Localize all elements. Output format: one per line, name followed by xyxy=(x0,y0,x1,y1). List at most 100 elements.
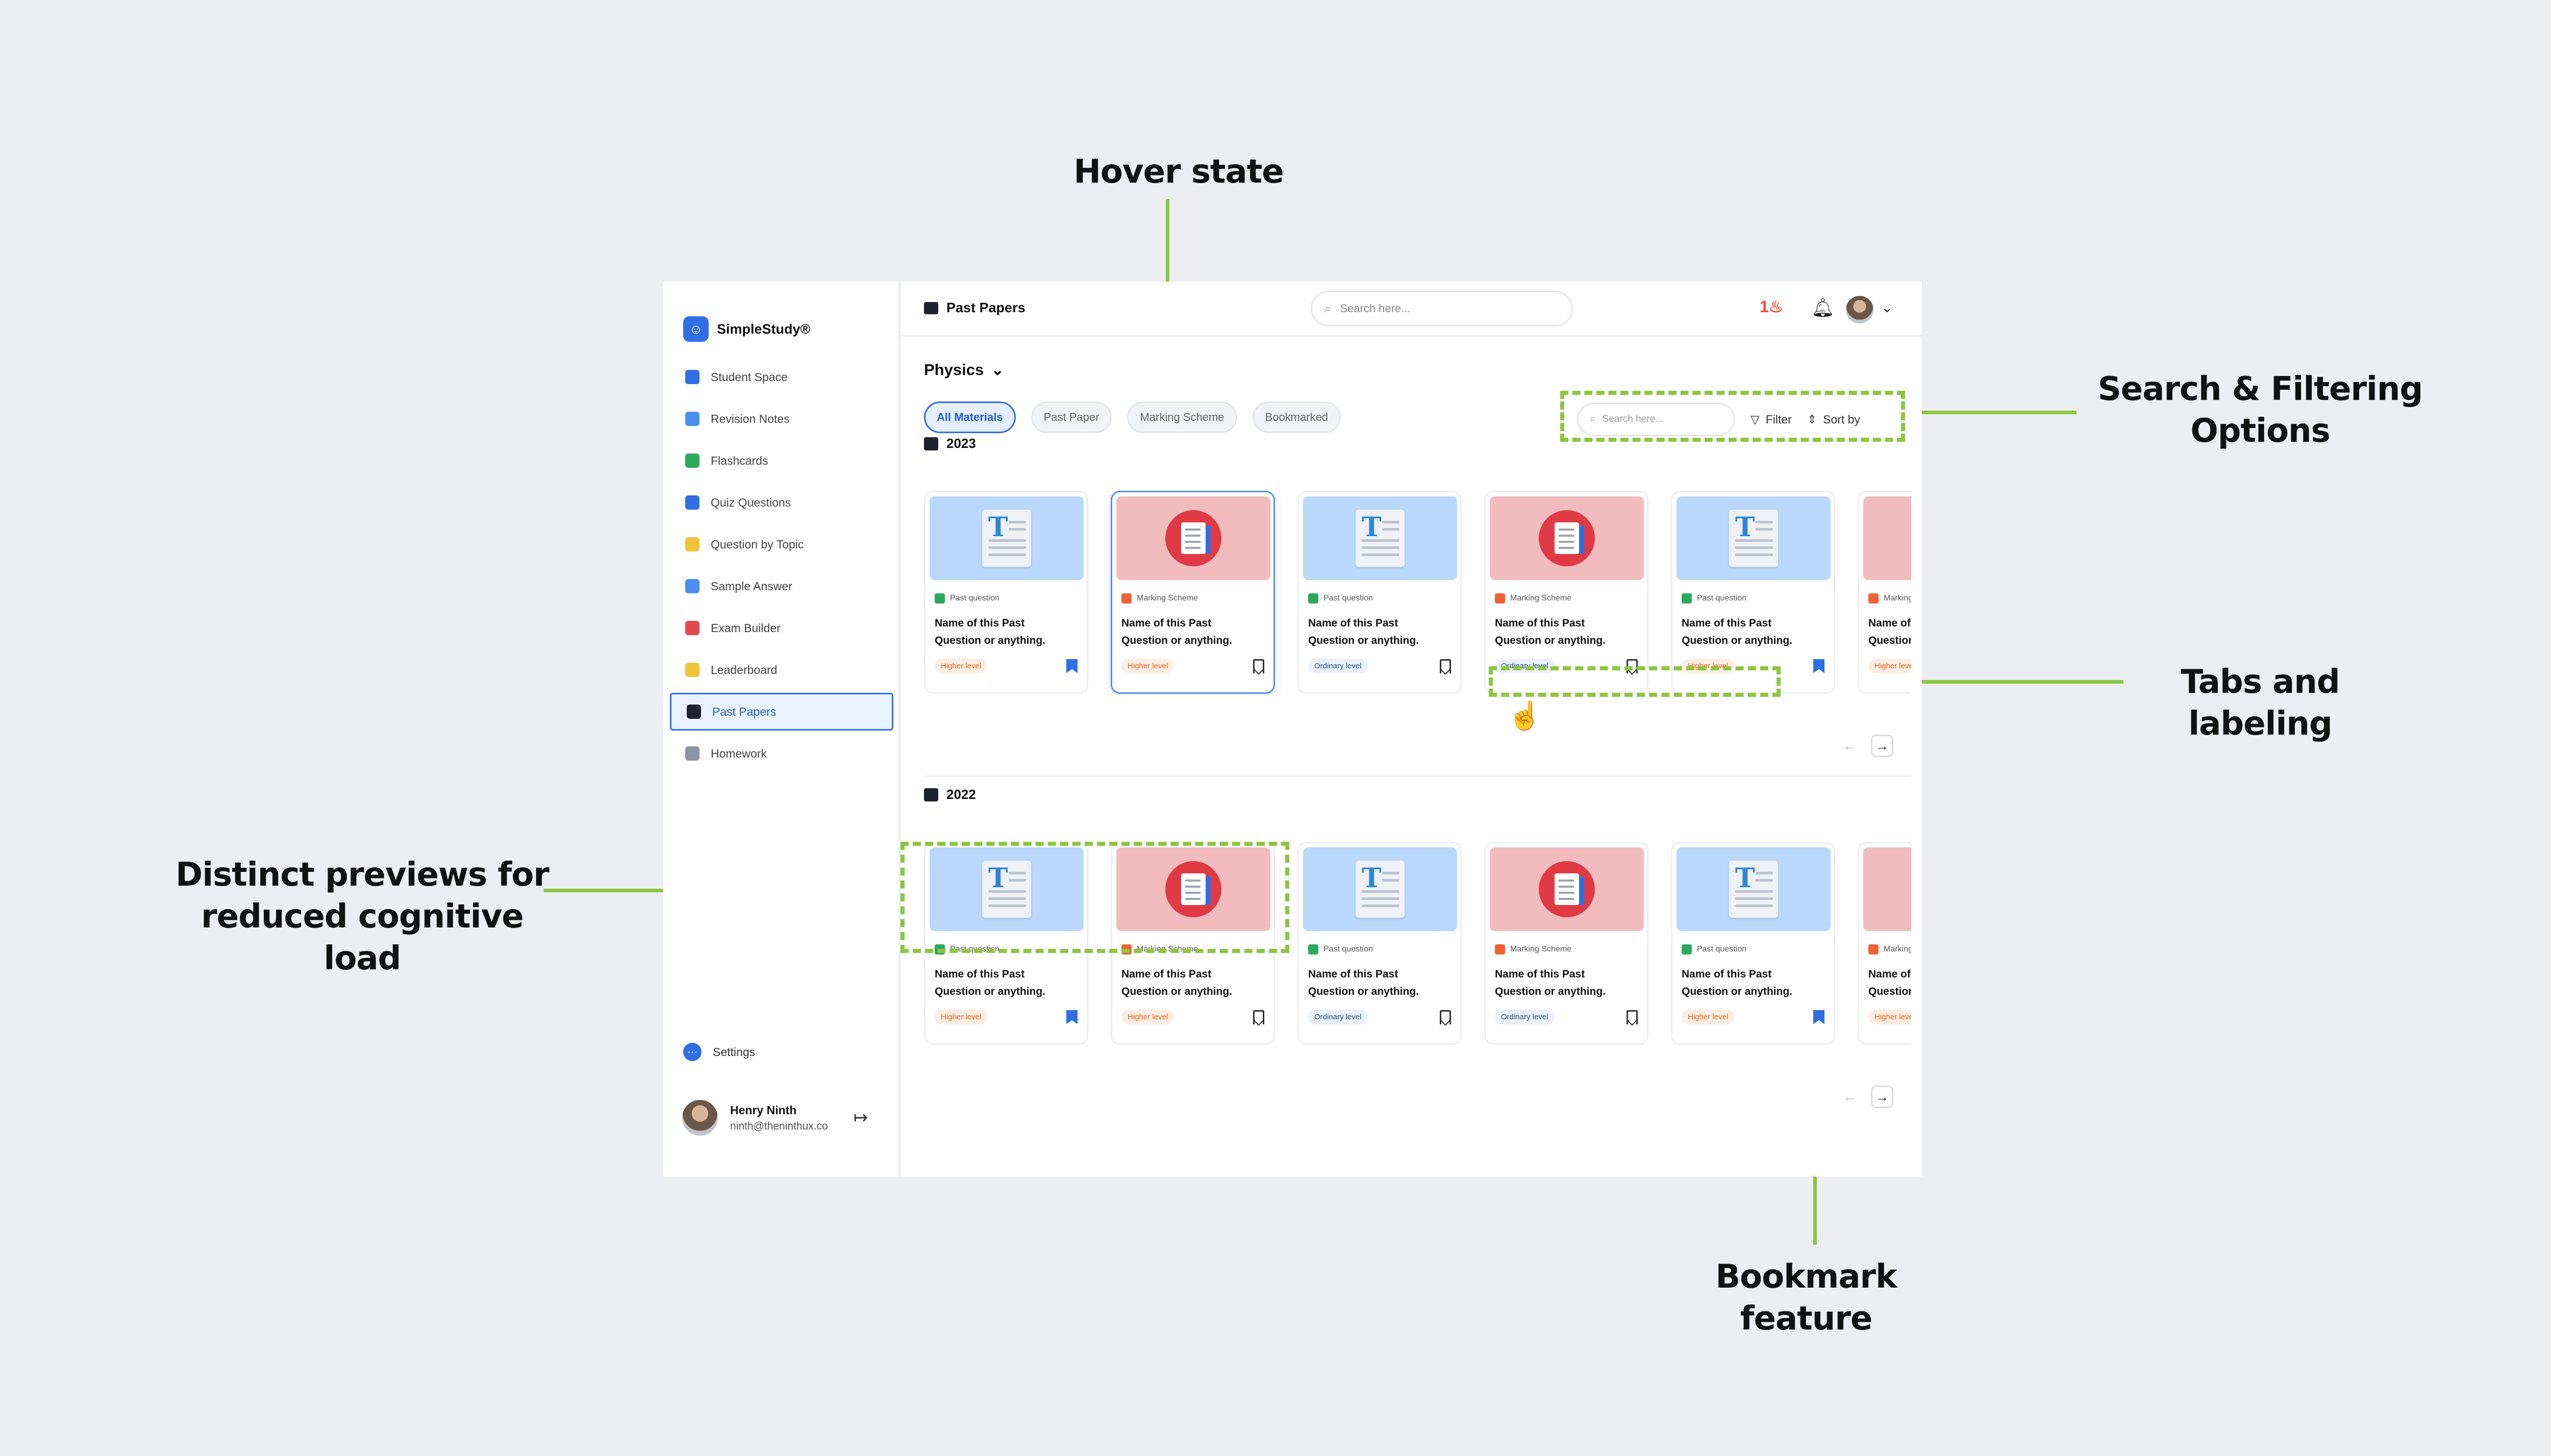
material-card[interactable]: Marking Scheme Name of this PastQuestion … xyxy=(1858,842,1911,1045)
material-card[interactable]: Marking Scheme Name of this PastQuestion … xyxy=(1484,842,1648,1045)
bookmark-icon[interactable] xyxy=(1813,1010,1824,1024)
annotation-search-filtering: Search & Filtering Options xyxy=(2097,370,2423,450)
past-question-icon xyxy=(1308,593,1318,604)
sidebar-item-past-papers[interactable]: Past Papers xyxy=(670,693,893,731)
bookmark-icon[interactable] xyxy=(1813,659,1824,673)
card-footer: Ordinary level xyxy=(1490,1010,1643,1025)
sidebar-item-quiz-questions[interactable]: Quiz Questions xyxy=(670,484,893,521)
annotation-hover-state: Hover state xyxy=(1073,153,1284,191)
material-name: Name of this PastQuestion or anything. xyxy=(1121,617,1233,646)
bookmark-icon[interactable] xyxy=(1066,659,1078,673)
bookmark-icon[interactable] xyxy=(1440,659,1451,674)
material-card[interactable]: T Past question Name of this Past Question … xyxy=(924,491,1088,694)
sidebar-item-homework[interactable]: Homework xyxy=(670,735,893,772)
material-name: Name of this PastQuestion or anything. xyxy=(1868,617,1911,646)
sidebar-item-leaderboard[interactable]: Leaderboard xyxy=(670,651,893,689)
material-type-label: Marking Scheme xyxy=(1116,593,1269,604)
material-name: Name of this PastQuestion or anything. xyxy=(1495,617,1606,646)
marking-scheme-small-icon xyxy=(1495,593,1505,604)
arrow-left-icon[interactable]: ← xyxy=(1842,1088,1858,1106)
material-type-text: Marking Scheme xyxy=(1510,945,1572,953)
tab-marking-scheme[interactable]: Marking Scheme xyxy=(1127,401,1237,433)
user-info: Henry Ninth ninth@theninthux.co xyxy=(730,1103,828,1133)
material-type-label: Past question xyxy=(1303,944,1456,955)
material-type-text: Past question xyxy=(950,594,999,603)
arrow-left-icon[interactable]: ← xyxy=(1842,737,1858,755)
past-question-icon xyxy=(935,593,945,604)
card-footer: Higher level xyxy=(930,1010,1083,1024)
sidebar-item-question-by-topic[interactable]: Question by Topic xyxy=(670,525,893,563)
user-profile: Henry Ninth ninth@theninthux.co ↦ xyxy=(682,1100,868,1136)
marking-scheme-small-icon xyxy=(1495,944,1505,955)
material-type-label: Past question xyxy=(1677,944,1830,955)
past-papers-icon xyxy=(687,705,701,719)
search-input[interactable]: ⌕ Search here... xyxy=(1311,291,1573,327)
material-card[interactable]: Marking Scheme Name of this PastQuestion … xyxy=(1858,491,1911,694)
material-type-label: Marking Scheme xyxy=(1490,593,1643,604)
material-type-label: Marking Scheme xyxy=(1863,944,1911,955)
streak-counter[interactable]: 1♨ xyxy=(1760,297,1783,316)
card-footer: Higher level xyxy=(1863,1010,1911,1024)
material-type-label: Past question xyxy=(1677,593,1830,604)
sidebar-item-revision-notes[interactable]: Revision Notes xyxy=(670,400,893,438)
material-type-text: Marking Scheme xyxy=(1884,594,1911,603)
sidebar-item-label: Homework xyxy=(711,746,767,760)
avatar[interactable] xyxy=(682,1100,718,1136)
brand-logo[interactable]: ☺ SimpleStudy® xyxy=(683,316,810,342)
homework-icon xyxy=(685,746,699,761)
calendar-icon xyxy=(924,437,938,450)
settings-label: Settings xyxy=(713,1045,756,1059)
sidebar-item-sample-answer[interactable]: Sample Answer xyxy=(670,567,893,605)
arrow-right-icon[interactable]: → xyxy=(1871,1086,1893,1108)
level-badge: Ordinary level xyxy=(1308,659,1368,673)
exam-builder-icon xyxy=(685,621,699,635)
material-name: Name of this PastQuestion or anything. xyxy=(1495,968,1606,997)
bookmark-icon[interactable] xyxy=(1253,1010,1264,1025)
level-badge: Higher level xyxy=(1121,659,1174,673)
bookmark-icon[interactable] xyxy=(1627,1010,1638,1025)
material-name: Name of this PastQuestion or anything. xyxy=(1682,968,1793,997)
material-card[interactable]: T Past question Name of this Past Question … xyxy=(1671,842,1835,1045)
tab-bookmarked[interactable]: Bookmarked xyxy=(1252,401,1341,433)
card-footer: Higher level xyxy=(1863,659,1911,673)
document-icon: T xyxy=(1356,861,1405,918)
material-card[interactable]: T Past question Name of this Past Question … xyxy=(1671,491,1835,694)
sidebar-item-flashcards[interactable]: Flashcards xyxy=(670,442,893,480)
avatar[interactable] xyxy=(1846,296,1873,323)
tab-past-paper[interactable]: Past Paper xyxy=(1031,401,1112,433)
material-card[interactable]: T Past question Name of this Past Question … xyxy=(1297,842,1462,1045)
chevron-down-icon[interactable]: ⌄ xyxy=(1881,299,1893,316)
sidebar-item-label: Flashcards xyxy=(711,454,768,467)
brand-name: SimpleStudy® xyxy=(717,321,811,337)
material-type-text: Past question xyxy=(1323,594,1373,603)
sidebar-item-exam-builder[interactable]: Exam Builder xyxy=(670,609,893,647)
connector-search xyxy=(1903,411,2077,414)
bookmark-icon[interactable] xyxy=(1066,1010,1078,1024)
marking-scheme-small-icon xyxy=(1868,944,1879,955)
carousel-pager: ← → xyxy=(1842,1086,1893,1108)
level-badge: Higher level xyxy=(935,1010,988,1024)
card-footer: Ordinary level xyxy=(1303,659,1456,674)
settings-link[interactable]: ··· Settings xyxy=(683,1043,755,1061)
past-question-icon xyxy=(1682,944,1692,955)
logout-icon[interactable]: ↦ xyxy=(854,1108,868,1128)
material-type-label: Past question xyxy=(1303,593,1456,604)
material-card[interactable]: Marking Scheme Name of this PastQuestion … xyxy=(1111,491,1275,694)
marking-scheme-small-icon xyxy=(1868,593,1879,604)
subject-selector[interactable]: Physics ⌄ xyxy=(924,361,1004,379)
bell-icon[interactable]: 🔔︎ xyxy=(1811,297,1835,318)
sidebar-item-student-space[interactable]: Student Space xyxy=(670,358,893,396)
material-card[interactable]: Marking Scheme Name of this PastQuestion … xyxy=(1484,491,1648,694)
card-footer: Higher level xyxy=(1116,659,1269,674)
marking-scheme-icon xyxy=(1539,510,1595,566)
tab-all-materials[interactable]: All Materials xyxy=(924,401,1016,433)
sidebar: ☺ SimpleStudy® Student Space Revision Not… xyxy=(663,282,901,1176)
bookmark-icon[interactable] xyxy=(1440,1010,1451,1025)
arrow-right-icon[interactable]: → xyxy=(1871,735,1893,757)
past-question-icon xyxy=(1682,593,1692,604)
card-footer: Higher level xyxy=(1116,1010,1269,1025)
past-question-preview: T xyxy=(1303,496,1457,580)
bookmark-icon[interactable] xyxy=(1253,659,1264,674)
material-type-text: Past question xyxy=(1323,945,1373,953)
material-card[interactable]: T Past question Name of this Past Question … xyxy=(1297,491,1462,694)
